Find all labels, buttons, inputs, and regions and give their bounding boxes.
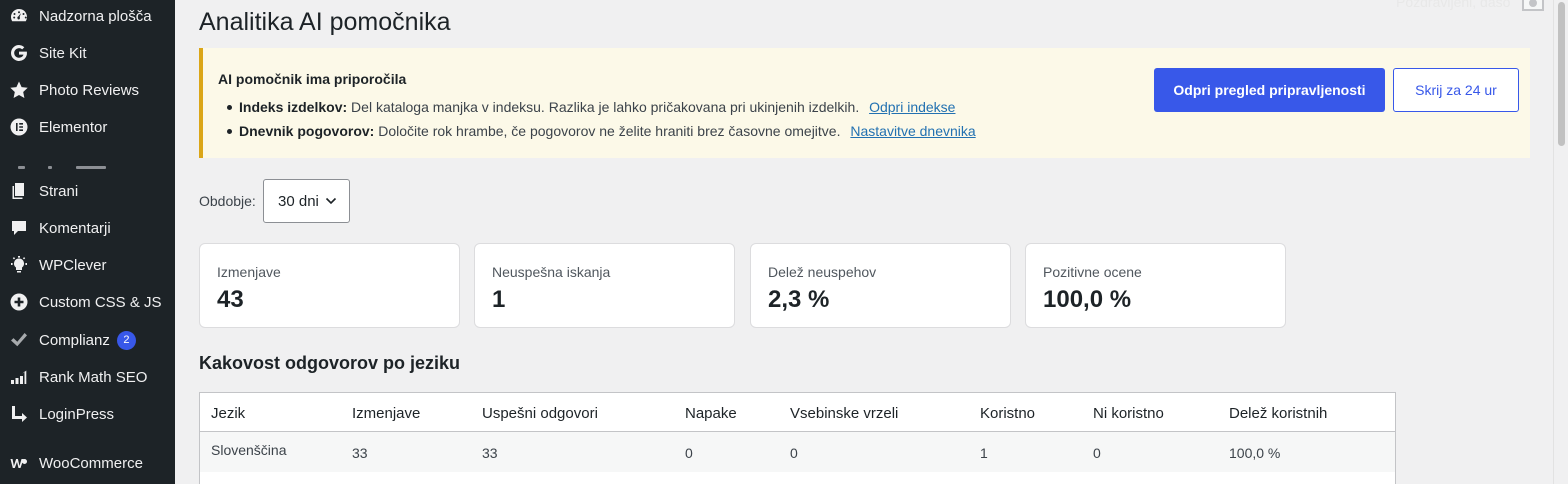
elementor-icon	[9, 117, 29, 137]
notice-item: Dnevnik pogovorov: Določite rok hrambe, …	[225, 122, 976, 146]
column-header[interactable]: Napake	[685, 405, 737, 422]
open-readiness-review-button[interactable]: Odpri pregled pripravljenosti	[1154, 68, 1385, 112]
check-icon	[9, 330, 29, 350]
admin-sidebar: Nadzorna plošča Site Kit Photo Reviews E…	[0, 0, 175, 484]
chart-icon	[9, 367, 29, 387]
google-g-icon	[9, 43, 29, 63]
section-title: Kakovost odgovorov po jeziku	[199, 353, 461, 373]
period-select-value: 30 dni	[278, 192, 319, 210]
stat-card-positive-ratings: Pozitivne ocene 100,0 %	[1025, 243, 1286, 328]
sidebar-item-dashboard[interactable]: Nadzorna plošča	[0, 0, 175, 34]
stat-value: 43	[217, 286, 244, 313]
notification-badge: 2	[116, 330, 136, 350]
stat-value: 2,3 %	[768, 286, 830, 313]
page-title: Analitika AI pomočnika	[199, 8, 451, 36]
sidebar-item-comments[interactable]: Komentarji	[0, 210, 175, 246]
dashboard-icon	[9, 6, 29, 26]
sidebar-item-label: Nadzorna plošča	[39, 7, 152, 25]
sidebar-item-photo-reviews[interactable]: Photo Reviews	[0, 72, 175, 108]
stat-card-failure-rate: Delež neuspehov 2,3 %	[750, 243, 1011, 328]
table-cell: 0	[685, 445, 693, 461]
table-cell: 1	[980, 445, 988, 461]
column-header[interactable]: Vsebinske vrzeli	[790, 405, 898, 422]
column-header[interactable]: Uspešni odgovori	[482, 405, 598, 422]
scrollbar[interactable]	[1553, 0, 1568, 484]
sidebar-item-label: Komentarji	[39, 219, 111, 237]
recommendation-notice: AI pomočnik ima priporočila Indeks izdel…	[199, 48, 1530, 158]
table-cell: 0	[790, 445, 798, 461]
sidebar-item-woocommerce[interactable]: WooCommerce	[0, 445, 175, 481]
arrow-return-icon	[9, 404, 29, 424]
star-icon	[9, 80, 29, 100]
open-indexes-link[interactable]: Odpri indekse	[869, 99, 955, 115]
column-header[interactable]: Koristno	[980, 405, 1035, 422]
sidebar-item-label: Elementor	[39, 118, 108, 136]
notice-item: Indeks izdelkov: Del kataloga manjka v i…	[225, 98, 976, 122]
woo-icon	[9, 453, 29, 473]
sidebar-item-elementor[interactable]: Elementor	[0, 109, 175, 145]
stat-label: Delež neuspehov	[768, 264, 877, 280]
table-cell: 33	[352, 445, 368, 461]
period-label: Obdobje:	[199, 193, 256, 209]
sidebar-item-label: Strani	[39, 182, 79, 200]
stat-value: 1	[492, 286, 506, 313]
sidebar-item-custom-css-js[interactable]: Custom CSS & JS	[0, 284, 175, 320]
menu-separator	[18, 166, 108, 170]
sidebar-item-label: WooCommerce	[39, 454, 143, 472]
stat-card-failed-searches: Neuspešna iskanja 1	[474, 243, 735, 328]
sidebar-item-label: Custom CSS & JS	[39, 293, 162, 311]
comment-icon	[9, 218, 29, 238]
sidebar-item-label: Site Kit	[39, 44, 87, 62]
table-cell: 33	[482, 445, 498, 461]
sidebar-item-wpclever[interactable]: WPClever	[0, 247, 175, 283]
column-header[interactable]: Delež koristnih	[1229, 405, 1327, 422]
lightbulb-icon	[9, 255, 29, 275]
sidebar-item-complianz[interactable]: Complianz 2	[0, 322, 175, 358]
avatar[interactable]	[1522, 0, 1544, 11]
stat-label: Neuspešna iskanja	[492, 264, 611, 280]
sidebar-item-rank-math[interactable]: Rank Math SEO	[0, 359, 175, 395]
sidebar-item-label: Complianz	[39, 331, 110, 349]
notice-list: Indeks izdelkov: Del kataloga manjka v i…	[225, 98, 976, 146]
notice-item-label: Indeks izdelkov:	[239, 99, 348, 115]
sidebar-item-pages[interactable]: Strani	[0, 173, 175, 209]
sidebar-item-label: Rank Math SEO	[39, 368, 148, 386]
plus-circle-icon	[9, 292, 29, 312]
admin-greeting[interactable]: Pozdravljeni, daso	[1396, 0, 1510, 10]
sidebar-item-label: WPClever	[39, 256, 107, 274]
notice-item-text: Določite rok hrambe, če pogovorov ne žel…	[378, 123, 841, 139]
hide-24h-button[interactable]: Skrij za 24 ur	[1393, 68, 1519, 112]
stat-value: 100,0 %	[1043, 286, 1132, 313]
sidebar-item-label: Photo Reviews	[39, 81, 140, 99]
notice-item-label: Dnevnik pogovorov:	[239, 123, 375, 139]
table-header: Jezik Izmenjave Uspešni odgovori Napake …	[200, 393, 1395, 432]
table-row: Slovenščina 33 33 0 0 1 0 100,0 %	[200, 432, 1395, 472]
column-header[interactable]: Jezik	[211, 405, 245, 422]
stat-card-exchanges: Izmenjave 43	[199, 243, 460, 328]
chevron-down-icon	[325, 197, 337, 205]
period-select[interactable]: 30 dni	[263, 179, 350, 223]
table-cell: 100,0 %	[1229, 445, 1281, 461]
table-cell: 0	[1093, 445, 1101, 461]
quality-table: Jezik Izmenjave Uspešni odgovori Napake …	[199, 392, 1396, 484]
stat-label: Pozitivne ocene	[1043, 264, 1142, 280]
notice-item-text: Del kataloga manjka v indeksu. Razlika j…	[351, 99, 860, 115]
scrollbar-thumb[interactable]	[1558, 2, 1565, 146]
table-cell: Slovenščina	[211, 442, 287, 458]
pages-icon	[9, 181, 29, 201]
sidebar-item-loginpress[interactable]: LoginPress	[0, 396, 175, 432]
column-header[interactable]: Izmenjave	[352, 405, 420, 422]
stat-label: Izmenjave	[217, 264, 281, 280]
sidebar-item-site-kit[interactable]: Site Kit	[0, 35, 175, 71]
column-header[interactable]: Ni koristno	[1093, 405, 1164, 422]
sidebar-item-label: LoginPress	[39, 405, 115, 423]
log-settings-link[interactable]: Nastavitve dnevnika	[850, 123, 975, 139]
notice-title: AI pomočnik ima priporočila	[218, 71, 407, 87]
